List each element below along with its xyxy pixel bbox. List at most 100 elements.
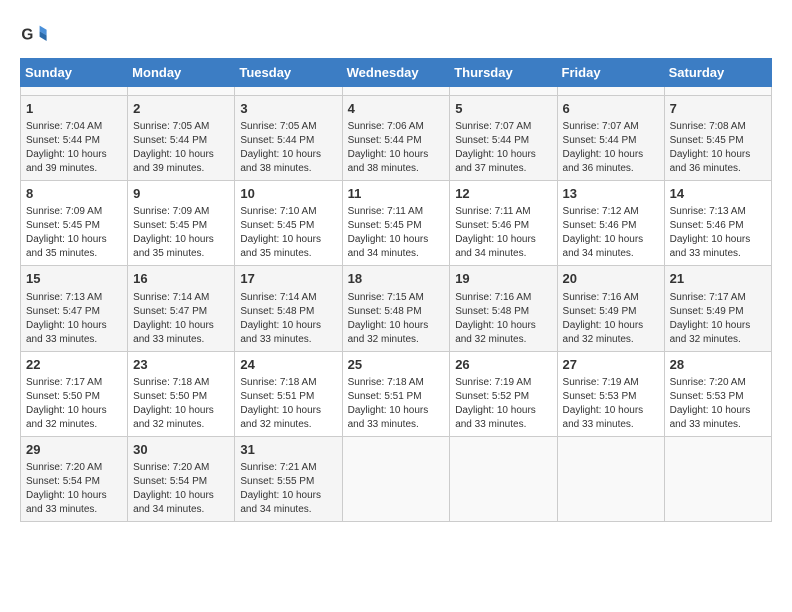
- day-number: 24: [240, 356, 336, 374]
- calendar-week-row: 15Sunrise: 7:13 AM Sunset: 5:47 PM Dayli…: [21, 266, 772, 351]
- calendar-week-row: 29 Sunrise: 7:20 AM Sunset: 5:54 PM Dayli…: [21, 436, 772, 521]
- calendar-header-row: SundayMondayTuesdayWednesdayThursdayFrid…: [21, 59, 772, 87]
- day-info: Sunrise: 7:14 AM Sunset: 5:47 PM Dayligh…: [133, 291, 229, 347]
- day-info: Sunrise: 7:11 AM Sunset: 5:45 PM Dayligh…: [348, 205, 445, 261]
- calendar-cell: 18Sunrise: 7:15 AM Sunset: 5:48 PM Dayli…: [342, 266, 450, 351]
- calendar-week-row: [21, 87, 772, 96]
- calendar-cell: 15Sunrise: 7:13 AM Sunset: 5:47 PM Dayli…: [21, 266, 128, 351]
- calendar-cell: 29 Sunrise: 7:20 AM Sunset: 5:54 PM Dayli…: [21, 436, 128, 521]
- day-info: Sunrise: 7:08 AM Sunset: 5:45 PM Dayligh…: [670, 120, 766, 176]
- day-number: 12: [455, 185, 551, 203]
- calendar-cell: 3 Sunrise: 7:05 AM Sunset: 5:44 PM Daylig…: [235, 96, 342, 181]
- day-info: Sunrise: 7:05 AM Sunset: 5:44 PM Dayligh…: [240, 120, 336, 176]
- weekday-header-monday: Monday: [128, 59, 235, 87]
- day-info: Sunrise: 7:06 AM Sunset: 5:44 PM Dayligh…: [348, 120, 445, 176]
- day-info: Sunrise: 7:19 AM Sunset: 5:53 PM Dayligh…: [563, 376, 659, 432]
- calendar-cell: 4 Sunrise: 7:06 AM Sunset: 5:44 PM Daylig…: [342, 96, 450, 181]
- day-number: 30: [133, 441, 229, 459]
- day-number: 8: [26, 185, 122, 203]
- day-info: Sunrise: 7:20 AM Sunset: 5:54 PM Dayligh…: [26, 461, 122, 517]
- calendar-cell: [21, 87, 128, 96]
- calendar-cell: 8 Sunrise: 7:09 AM Sunset: 5:45 PM Daylig…: [21, 181, 128, 266]
- calendar-cell: 22Sunrise: 7:17 AM Sunset: 5:50 PM Dayli…: [21, 351, 128, 436]
- day-number: 6: [563, 100, 659, 118]
- calendar-cell: 31 Sunrise: 7:21 AM Sunset: 5:55 PM Dayli…: [235, 436, 342, 521]
- calendar-cell: 7 Sunrise: 7:08 AM Sunset: 5:45 PM Daylig…: [664, 96, 771, 181]
- day-info: Sunrise: 7:12 AM Sunset: 5:46 PM Dayligh…: [563, 205, 659, 261]
- day-number: 4: [348, 100, 445, 118]
- weekday-header-thursday: Thursday: [450, 59, 557, 87]
- day-number: 3: [240, 100, 336, 118]
- day-number: 11: [348, 185, 445, 203]
- day-number: 18: [348, 270, 445, 288]
- calendar-cell: [342, 87, 450, 96]
- day-info: Sunrise: 7:07 AM Sunset: 5:44 PM Dayligh…: [563, 120, 659, 176]
- day-number: 15: [26, 270, 122, 288]
- day-number: 26: [455, 356, 551, 374]
- weekday-header-wednesday: Wednesday: [342, 59, 450, 87]
- calendar-cell: 10Sunrise: 7:10 AM Sunset: 5:45 PM Dayli…: [235, 181, 342, 266]
- calendar-cell: 23Sunrise: 7:18 AM Sunset: 5:50 PM Dayli…: [128, 351, 235, 436]
- day-info: Sunrise: 7:11 AM Sunset: 5:46 PM Dayligh…: [455, 205, 551, 261]
- day-number: 29: [26, 441, 122, 459]
- day-info: Sunrise: 7:20 AM Sunset: 5:53 PM Dayligh…: [670, 376, 766, 432]
- calendar-cell: 14 Sunrise: 7:13 AM Sunset: 5:46 PM Dayli…: [664, 181, 771, 266]
- calendar-cell: 5 Sunrise: 7:07 AM Sunset: 5:44 PM Daylig…: [450, 96, 557, 181]
- calendar-cell: 17 Sunrise: 7:14 AM Sunset: 5:48 PM Dayli…: [235, 266, 342, 351]
- svg-text:G: G: [21, 27, 33, 44]
- calendar-cell: 9 Sunrise: 7:09 AM Sunset: 5:45 PM Daylig…: [128, 181, 235, 266]
- day-number: 7: [670, 100, 766, 118]
- calendar-cell: 13Sunrise: 7:12 AM Sunset: 5:46 PM Dayli…: [557, 181, 664, 266]
- calendar-cell: [557, 87, 664, 96]
- day-info: Sunrise: 7:09 AM Sunset: 5:45 PM Dayligh…: [133, 205, 229, 261]
- calendar-cell: [342, 436, 450, 521]
- calendar-cell: 11 Sunrise: 7:11 AM Sunset: 5:45 PM Dayli…: [342, 181, 450, 266]
- day-info: Sunrise: 7:09 AM Sunset: 5:45 PM Dayligh…: [26, 205, 122, 261]
- day-info: Sunrise: 7:14 AM Sunset: 5:48 PM Dayligh…: [240, 291, 336, 347]
- day-info: Sunrise: 7:16 AM Sunset: 5:48 PM Dayligh…: [455, 291, 551, 347]
- calendar-week-row: 22Sunrise: 7:17 AM Sunset: 5:50 PM Dayli…: [21, 351, 772, 436]
- day-info: Sunrise: 7:17 AM Sunset: 5:50 PM Dayligh…: [26, 376, 122, 432]
- day-number: 28: [670, 356, 766, 374]
- calendar-cell: 16 Sunrise: 7:14 AM Sunset: 5:47 PM Dayli…: [128, 266, 235, 351]
- calendar-cell: 30 Sunrise: 7:20 AM Sunset: 5:54 PM Dayli…: [128, 436, 235, 521]
- day-number: 2: [133, 100, 229, 118]
- day-info: Sunrise: 7:18 AM Sunset: 5:51 PM Dayligh…: [240, 376, 336, 432]
- day-info: Sunrise: 7:19 AM Sunset: 5:52 PM Dayligh…: [455, 376, 551, 432]
- day-info: Sunrise: 7:07 AM Sunset: 5:44 PM Dayligh…: [455, 120, 551, 176]
- day-info: Sunrise: 7:13 AM Sunset: 5:46 PM Dayligh…: [670, 205, 766, 261]
- day-number: 27: [563, 356, 659, 374]
- calendar-cell: 21 Sunrise: 7:17 AM Sunset: 5:49 PM Dayli…: [664, 266, 771, 351]
- day-number: 31: [240, 441, 336, 459]
- calendar-cell: 1 Sunrise: 7:04 AM Sunset: 5:44 PM Daylig…: [21, 96, 128, 181]
- calendar-cell: 26 Sunrise: 7:19 AM Sunset: 5:52 PM Dayli…: [450, 351, 557, 436]
- day-number: 9: [133, 185, 229, 203]
- day-number: 23: [133, 356, 229, 374]
- calendar-cell: 27 Sunrise: 7:19 AM Sunset: 5:53 PM Dayli…: [557, 351, 664, 436]
- day-number: 5: [455, 100, 551, 118]
- day-number: 25: [348, 356, 445, 374]
- weekday-header-saturday: Saturday: [664, 59, 771, 87]
- day-info: Sunrise: 7:21 AM Sunset: 5:55 PM Dayligh…: [240, 461, 336, 517]
- day-number: 21: [670, 270, 766, 288]
- calendar-cell: 28 Sunrise: 7:20 AM Sunset: 5:53 PM Dayli…: [664, 351, 771, 436]
- day-info: Sunrise: 7:20 AM Sunset: 5:54 PM Dayligh…: [133, 461, 229, 517]
- day-info: Sunrise: 7:18 AM Sunset: 5:51 PM Dayligh…: [348, 376, 445, 432]
- page-header: G: [20, 20, 772, 48]
- calendar-table: SundayMondayTuesdayWednesdayThursdayFrid…: [20, 58, 772, 522]
- calendar-cell: 24 Sunrise: 7:18 AM Sunset: 5:51 PM Dayli…: [235, 351, 342, 436]
- day-number: 1: [26, 100, 122, 118]
- day-number: 17: [240, 270, 336, 288]
- logo-icon: G: [20, 20, 48, 48]
- weekday-header-tuesday: Tuesday: [235, 59, 342, 87]
- logo: G: [20, 20, 52, 48]
- day-number: 16: [133, 270, 229, 288]
- day-info: Sunrise: 7:17 AM Sunset: 5:49 PM Dayligh…: [670, 291, 766, 347]
- day-number: 19: [455, 270, 551, 288]
- weekday-header-friday: Friday: [557, 59, 664, 87]
- calendar-cell: [664, 87, 771, 96]
- day-number: 14: [670, 185, 766, 203]
- calendar-cell: [557, 436, 664, 521]
- day-info: Sunrise: 7:04 AM Sunset: 5:44 PM Dayligh…: [26, 120, 122, 176]
- day-number: 20: [563, 270, 659, 288]
